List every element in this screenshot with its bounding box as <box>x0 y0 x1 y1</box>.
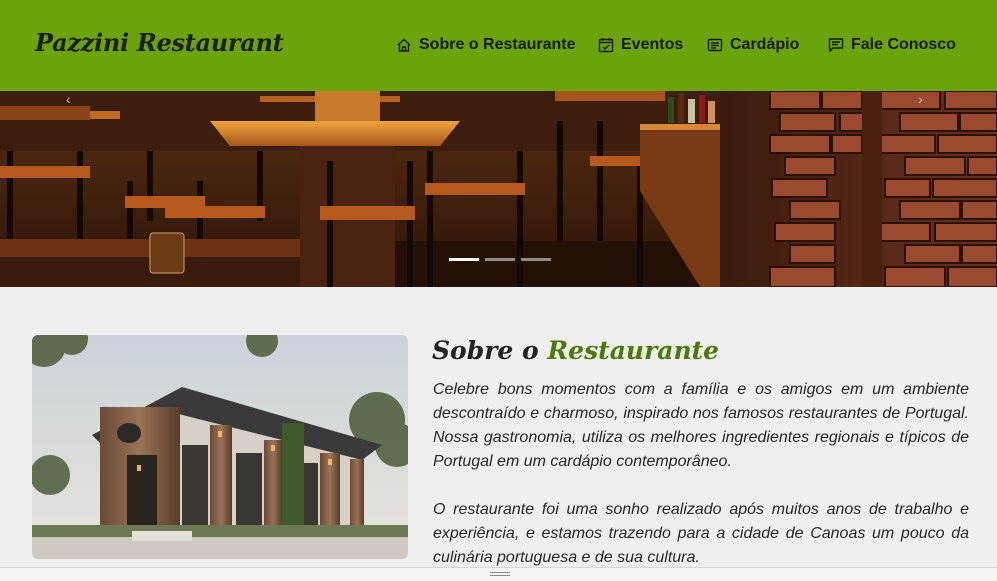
nav-item-label: Eventos <box>621 36 684 53</box>
carousel-indicator[interactable] <box>485 258 515 261</box>
brand-logo[interactable]: Pazzini Restaurant <box>35 28 284 57</box>
section-title: Sobre o Restaurante <box>432 336 719 365</box>
home-icon <box>396 37 412 53</box>
section-title-prefix: Sobre o <box>432 336 539 365</box>
carousel-indicators <box>449 258 551 261</box>
section-title-accent: Restaurante <box>547 336 720 365</box>
menu-card-icon <box>707 37 723 53</box>
resize-handle[interactable] <box>490 572 510 576</box>
nav-item-about[interactable]: Sobre o Restaurante <box>396 34 575 56</box>
carousel-indicator[interactable] <box>449 258 479 261</box>
carousel-next-button[interactable]: › <box>918 91 938 107</box>
nav-item-events[interactable]: Eventos <box>598 34 683 56</box>
nav-item-menu[interactable]: Cardápio <box>707 34 799 56</box>
chat-icon <box>828 37 844 53</box>
calendar-icon <box>598 37 614 53</box>
about-paragraph: O restaurante foi uma sonho realizado ap… <box>433 501 969 566</box>
about-text: Celebre bons momentos com a família e os… <box>433 378 969 570</box>
about-paragraph: Celebre bons momentos com a família e os… <box>433 381 969 470</box>
bottom-panel-edge <box>0 567 997 581</box>
nav-item-label: Cardápio <box>730 36 800 53</box>
nav-item-label: Sobre o Restaurante <box>419 36 576 53</box>
carousel-indicator[interactable] <box>521 258 551 261</box>
navbar: Pazzini Restaurant Sobre o Restaurante E… <box>0 0 997 91</box>
restaurant-exterior-image <box>32 335 408 559</box>
carousel-prev-button[interactable]: ‹ <box>66 91 86 107</box>
nav-item-label: Fale Conosco <box>851 36 956 53</box>
nav-item-contact[interactable]: Fale Conosco <box>828 34 956 56</box>
hero-carousel[interactable]: ‹ › <box>0 91 997 287</box>
